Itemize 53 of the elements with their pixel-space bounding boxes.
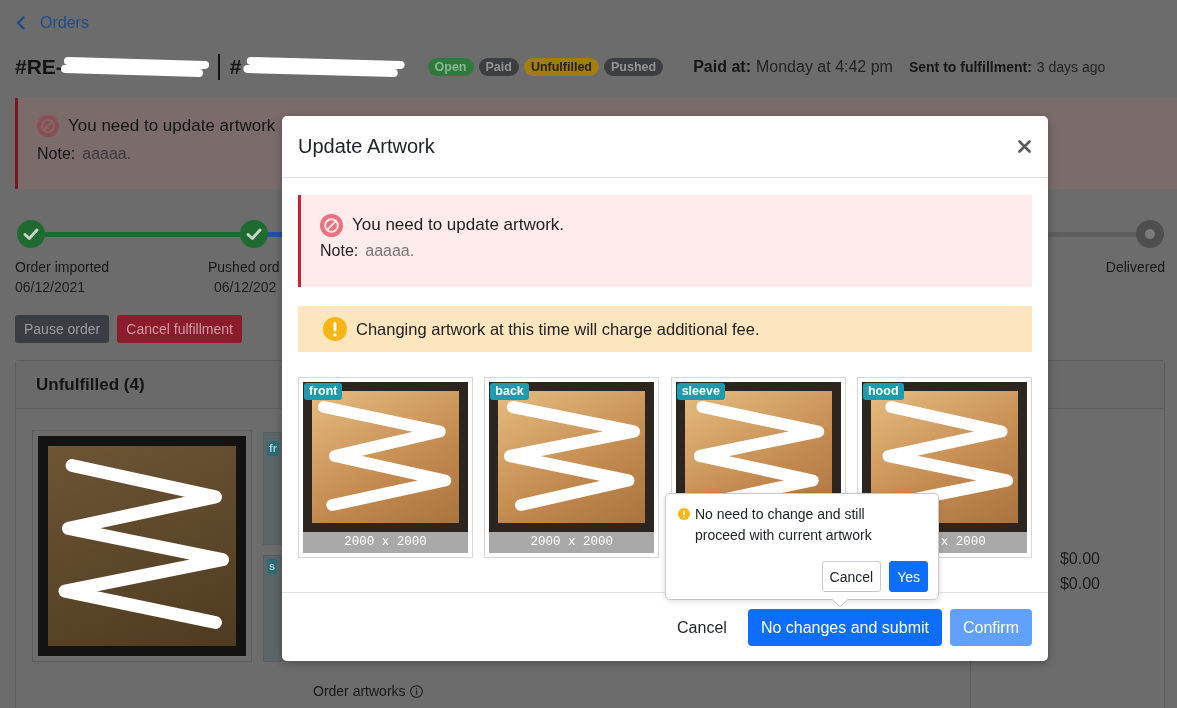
order-number: #RE- — [15, 55, 63, 79]
fulfillment-value: 3 days ago — [1036, 59, 1106, 75]
image-size-text: 2000 x 2000 — [344, 535, 427, 550]
warning-text: Changing artwork at this time will charge additional fee. — [356, 319, 760, 339]
artwork-thumbnail[interactable]: fr — [263, 432, 282, 545]
warning-icon — [323, 317, 347, 341]
ban-icon — [320, 213, 343, 237]
fulfillment-label: Sent to fulfillment: — [908, 59, 1032, 75]
status-badge: Open — [427, 58, 474, 76]
ban-icon — [37, 115, 59, 137]
print-side-label: front — [304, 383, 343, 400]
status-badge: Unfulfilled — [523, 58, 599, 76]
step-date: 06/12/2021 — [15, 278, 86, 297]
pause-order-button[interactable]: Pause order — [15, 315, 110, 343]
popover-cancel-button[interactable]: Cancel — [821, 561, 882, 592]
yes-button[interactable]: Yes — [889, 561, 928, 592]
cancel-fulfillment-button[interactable]: Cancel fulfillment — [117, 315, 242, 343]
paid-at-value: Monday at 4:42 pm — [755, 58, 893, 76]
print-side-label: back — [490, 383, 529, 400]
amount-text: $0.00 — [1059, 574, 1100, 594]
note-label: Note: — [320, 241, 359, 261]
image-size-text: 2000 x 2000 — [530, 535, 614, 550]
close-button[interactable] — [1016, 138, 1033, 155]
note-text: aaaaa. — [82, 144, 132, 164]
no-changes-submit-button[interactable]: No changes and submit — [747, 609, 942, 646]
step-date: 06/12/202 — [213, 278, 277, 297]
print-side-label: fr — [267, 441, 279, 456]
print-side-label: hood — [863, 383, 904, 400]
artwork-tile[interactable]: back 2000 x 2000 — [484, 377, 660, 558]
image-size-text: x 2000 — [940, 535, 986, 550]
info-icon — [409, 684, 423, 698]
artwork-tile[interactable]: front 2000 x 2000 — [298, 377, 473, 558]
warning-icon — [678, 508, 690, 520]
card-title: Unfulfilled (4) — [36, 374, 145, 395]
chevron-left-icon — [16, 16, 25, 30]
order-artworks-label: Order artworks — [313, 683, 406, 699]
order-number: # — [229, 55, 242, 79]
step-label: Order imported — [15, 258, 110, 277]
alert-title: You need to update artwork — [68, 116, 276, 136]
artwork-thumbnail[interactable]: s — [263, 555, 282, 662]
modal-title: Update Artwork — [298, 135, 435, 158]
status-badge: Pushed — [604, 58, 664, 76]
step-label: Delivered — [1105, 258, 1165, 277]
print-side-label: s — [267, 559, 278, 574]
paid-at-label: Paid at: — [693, 58, 751, 76]
alert-title: You need to update artwork. — [352, 215, 565, 235]
note-text: aaaaa. — [365, 241, 415, 261]
step-label: Pushed ord — [208, 258, 280, 277]
print-side-label: sleeve — [676, 383, 725, 400]
status-badge: Paid — [478, 58, 519, 76]
close-icon — [1018, 140, 1031, 153]
note-label: Note: — [37, 144, 76, 164]
amount-text: $0.00 — [1059, 549, 1100, 569]
